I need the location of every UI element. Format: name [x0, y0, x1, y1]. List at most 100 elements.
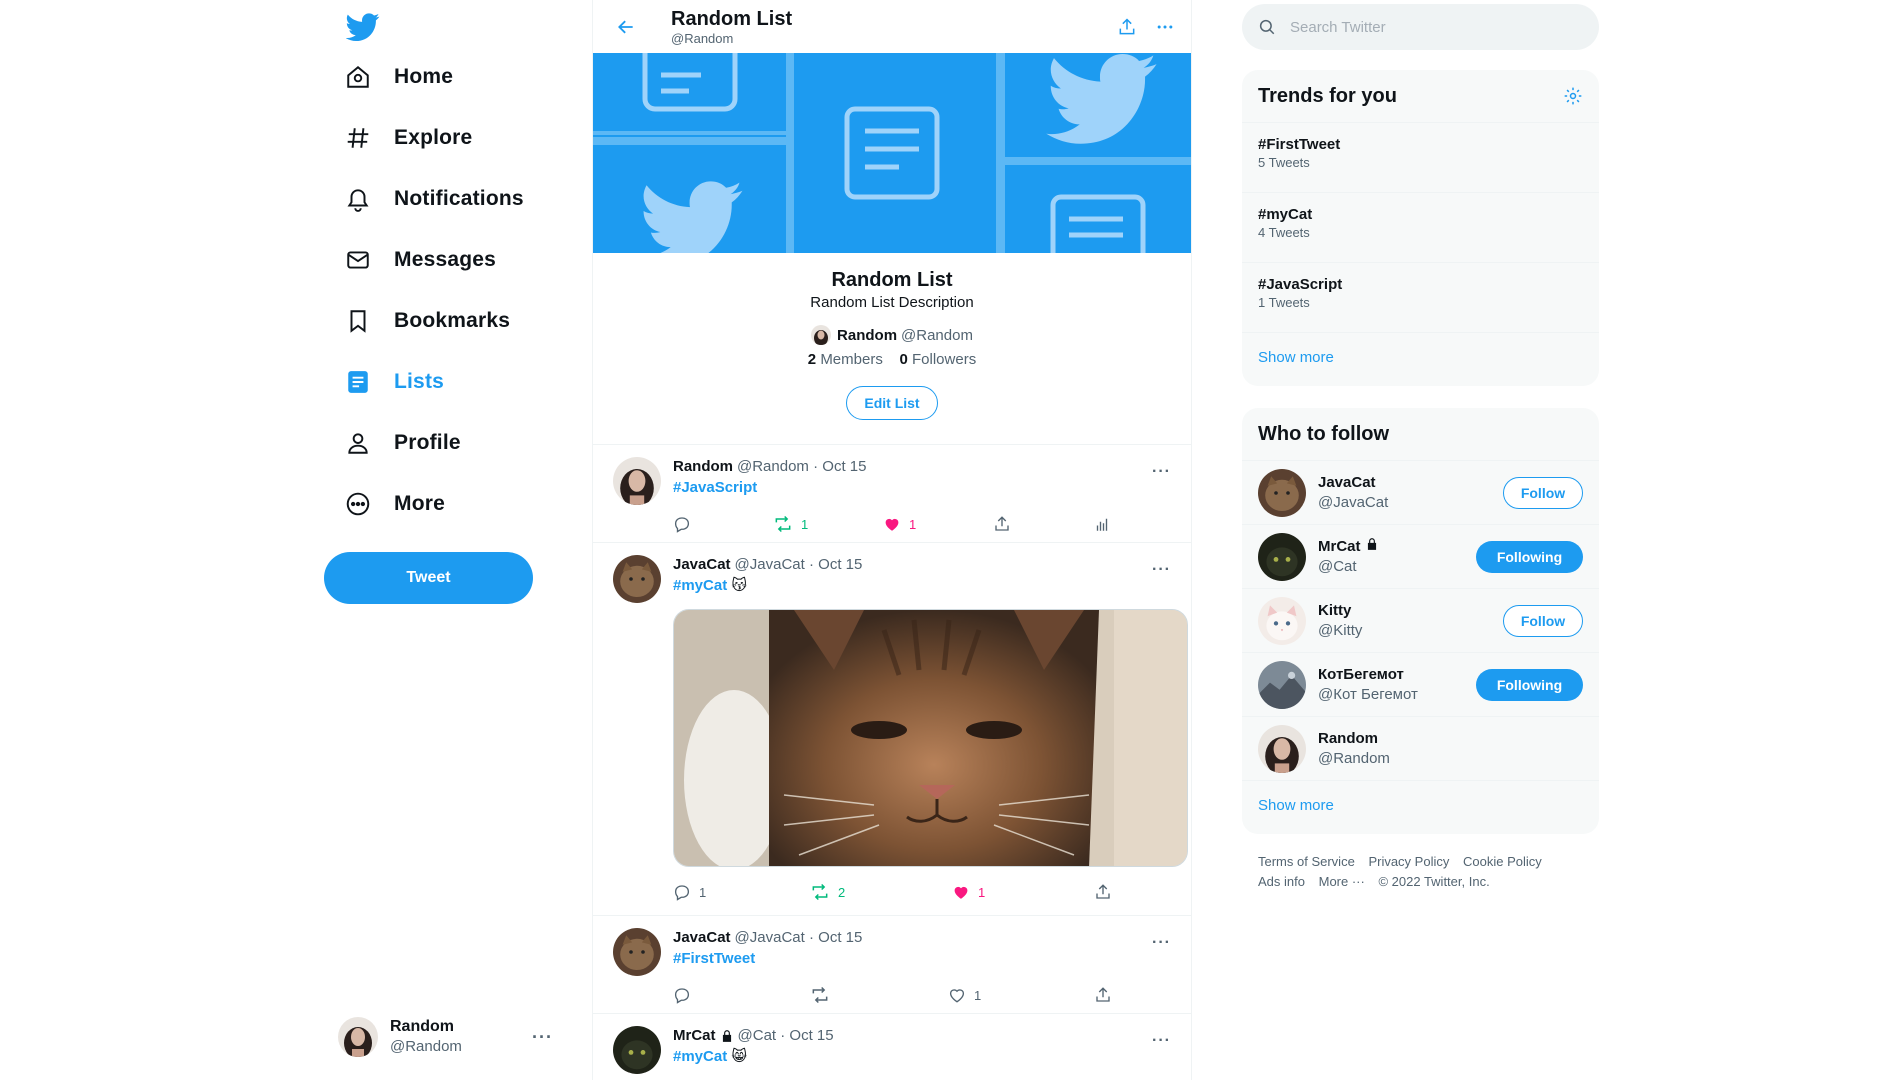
- following-button[interactable]: Following: [1476, 668, 1583, 701]
- nav-profile[interactable]: Profile: [344, 418, 461, 468]
- retweet-icon: [812, 883, 828, 901]
- trend-item[interactable]: #FirstTweet 5 Tweets: [1242, 122, 1599, 192]
- tweet-author-name[interactable]: Random: [673, 457, 733, 477]
- share-action[interactable]: [1094, 883, 1112, 901]
- tweet-more-icon[interactable]: ···: [1152, 934, 1171, 952]
- nav-explore[interactable]: Explore: [344, 113, 472, 163]
- trends-title: Trends for you: [1258, 84, 1397, 107]
- gear-icon[interactable]: [1563, 86, 1583, 106]
- retweet-action[interactable]: 2: [810, 882, 952, 902]
- search-input[interactable]: [1290, 18, 1570, 36]
- home-icon: [344, 63, 372, 91]
- left-sidebar: Home Explore Notifications Messages Book…: [322, 0, 562, 1080]
- nav-more[interactable]: More: [344, 479, 445, 529]
- nav-notifications-label: Notifications: [394, 187, 524, 210]
- footer-link-ads-info[interactable]: Ads info: [1258, 874, 1305, 889]
- follow-suggestion[interactable]: КотБегемот @Кот Бегемот Following: [1242, 652, 1599, 716]
- analytics-action[interactable]: [1093, 515, 1111, 533]
- follow-button[interactable]: Follow: [1503, 604, 1583, 637]
- share-icon[interactable]: [1117, 17, 1137, 37]
- tweet[interactable]: ··· Random @Random · Oct 15 #JavaScript …: [593, 445, 1191, 543]
- search-box[interactable]: [1242, 4, 1599, 50]
- follow-suggestion[interactable]: Random @Random: [1242, 716, 1599, 780]
- nav-notifications[interactable]: Notifications: [344, 174, 524, 224]
- who-to-follow-show-more-link[interactable]: Show more: [1242, 780, 1599, 834]
- follow-suggestion[interactable]: MrCat @Cat Following: [1242, 524, 1599, 588]
- tweet-media-image[interactable]: [673, 609, 1188, 867]
- envelope-icon: [344, 246, 372, 274]
- tweet-more-icon[interactable]: ···: [1152, 1032, 1171, 1050]
- like-count: 1: [978, 884, 986, 900]
- like-count: 1: [974, 987, 982, 1003]
- tweet-hashtag[interactable]: #FirstTweet: [673, 950, 755, 967]
- suggestion-name: MrCat: [1318, 537, 1361, 555]
- tweet-more-icon[interactable]: ···: [1152, 463, 1171, 481]
- reply-action[interactable]: 1: [673, 883, 810, 901]
- nav-messages[interactable]: Messages: [344, 235, 496, 285]
- tweet-date[interactable]: · Oct 15: [809, 555, 862, 575]
- tweet-author-name[interactable]: JavaCat: [673, 928, 731, 948]
- avatar[interactable]: [613, 1026, 661, 1074]
- footer-link-cookie[interactable]: Cookie Policy: [1463, 854, 1542, 869]
- tweet[interactable]: ··· MrCat @Cat · Oct 15 #myCat 😸: [593, 1014, 1191, 1080]
- avatar[interactable]: [613, 555, 661, 603]
- following-button[interactable]: Following: [1476, 540, 1583, 573]
- members-stat[interactable]: 2 Members: [808, 351, 883, 368]
- account-more-icon[interactable]: ···: [532, 1027, 553, 1048]
- share-action[interactable]: [1094, 986, 1112, 1004]
- reply-action[interactable]: [673, 986, 810, 1004]
- retweet-count: 1: [801, 516, 809, 532]
- avatar[interactable]: [613, 457, 661, 505]
- tweet-hashtag[interactable]: #myCat: [673, 1048, 727, 1065]
- list-owner[interactable]: Random @Random: [593, 325, 1191, 345]
- reply-icon: [674, 988, 690, 1004]
- trends-show-more-link[interactable]: Show more: [1242, 332, 1599, 386]
- suggestion-handle: @Kitty: [1318, 621, 1363, 639]
- twitter-logo-icon[interactable]: [345, 10, 382, 46]
- like-action[interactable]: 1: [952, 883, 1094, 901]
- reply-action[interactable]: [673, 515, 773, 533]
- like-action[interactable]: 1: [883, 515, 993, 533]
- tweet-button[interactable]: Tweet: [324, 552, 533, 604]
- tweet-hashtag[interactable]: #JavaScript: [673, 479, 757, 496]
- nav-home[interactable]: Home: [344, 52, 453, 102]
- analytics-icon: [1096, 518, 1108, 531]
- like-action[interactable]: 1: [948, 986, 1094, 1004]
- tweet[interactable]: ··· JavaCat @JavaCat · Oct 15 #myCat 😽 1…: [593, 543, 1191, 916]
- footer-link-more[interactable]: More ···: [1319, 874, 1365, 889]
- nav-lists[interactable]: Lists: [344, 357, 444, 407]
- tweet-author-name[interactable]: JavaCat: [673, 555, 731, 575]
- tweet-hashtag[interactable]: #myCat: [673, 577, 727, 594]
- avatar[interactable]: [613, 928, 661, 976]
- bookmark-icon: [344, 307, 372, 335]
- tweet-more-icon[interactable]: ···: [1152, 561, 1171, 579]
- tweet[interactable]: ··· JavaCat @JavaCat · Oct 15 #FirstTwee…: [593, 916, 1191, 1014]
- edit-list-button[interactable]: Edit List: [846, 386, 938, 420]
- share-action[interactable]: [993, 515, 1093, 533]
- trend-item[interactable]: #JavaScript 1 Tweets: [1242, 262, 1599, 332]
- followers-stat[interactable]: 0 Followers: [900, 351, 977, 368]
- tweet-date[interactable]: · Oct 15: [813, 457, 866, 477]
- avatar: [1258, 660, 1306, 709]
- follow-button[interactable]: Follow: [1503, 476, 1583, 509]
- main-column: Random List @Random Random List Random L…: [592, 0, 1192, 1080]
- avatar: [1258, 596, 1306, 645]
- tweet-actions: 1 1: [673, 505, 1175, 543]
- tweet-author-name[interactable]: MrCat: [673, 1026, 716, 1046]
- follow-suggestion[interactable]: JavaCat @JavaCat Follow: [1242, 460, 1599, 524]
- tweet-date[interactable]: · Oct 15: [809, 928, 862, 948]
- retweet-action[interactable]: 1: [773, 514, 883, 534]
- footer-link-privacy[interactable]: Privacy Policy: [1368, 854, 1449, 869]
- account-switcher[interactable]: Random @Random ···: [338, 1012, 553, 1062]
- lock-icon: [720, 1029, 734, 1043]
- trend-item[interactable]: #myCat 4 Tweets: [1242, 192, 1599, 262]
- more-options-icon[interactable]: [1155, 17, 1175, 37]
- nav-home-label: Home: [394, 65, 454, 88]
- footer-link-terms[interactable]: Terms of Service: [1258, 854, 1355, 869]
- follow-suggestion[interactable]: Kitty @Kitty Follow: [1242, 588, 1599, 652]
- retweet-action[interactable]: [810, 985, 948, 1005]
- nav-bookmarks[interactable]: Bookmarks: [344, 296, 510, 346]
- tweet-date[interactable]: · Oct 15: [780, 1026, 833, 1046]
- back-arrow-icon[interactable]: [609, 10, 643, 44]
- nav-more-label: More: [394, 492, 445, 515]
